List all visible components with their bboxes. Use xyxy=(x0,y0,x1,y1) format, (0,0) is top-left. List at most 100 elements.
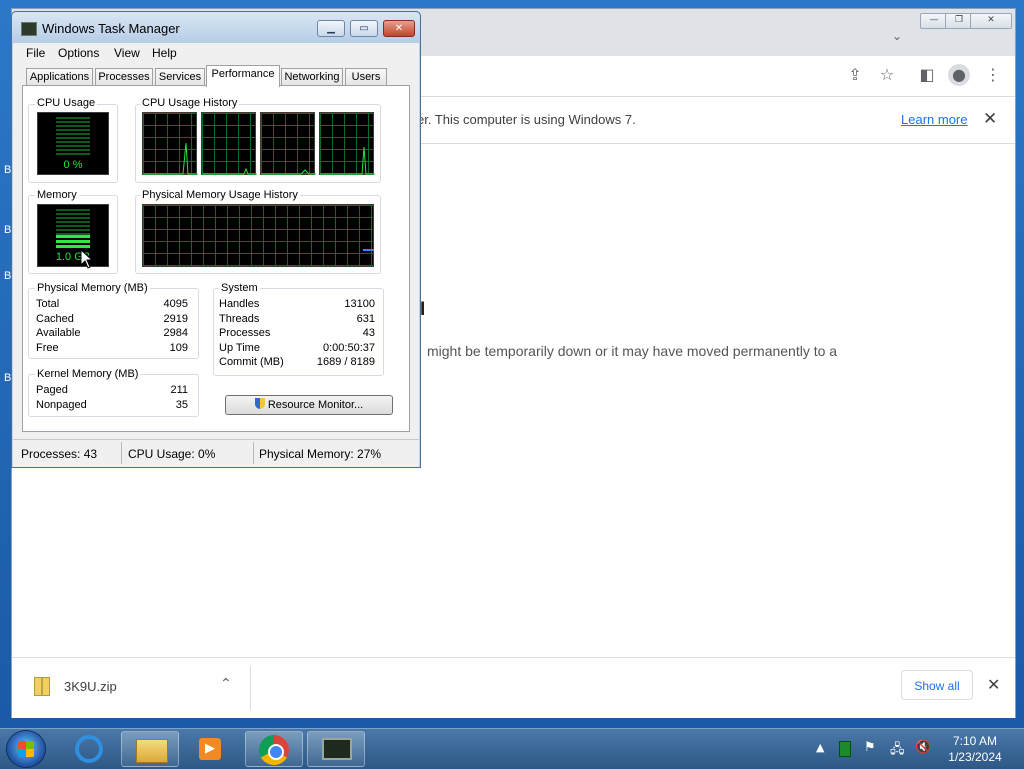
taskbar-windows-explorer[interactable] xyxy=(121,731,179,767)
memory-meter-fill xyxy=(56,235,90,249)
cpu-usage-meter: 0 % xyxy=(37,112,109,175)
system-clock[interactable]: 7:10 AM 1/23/2024 xyxy=(940,733,1010,765)
stat-value: 631 xyxy=(356,313,375,325)
cpu-usage-label: CPU Usage xyxy=(35,97,98,109)
memory-value: 1.0 GB xyxy=(55,251,91,263)
stat-label: Total xyxy=(36,298,60,310)
system-label: System xyxy=(219,282,260,294)
status-memory: Physical Memory: 27% xyxy=(259,447,382,461)
close-icon[interactable]: ✕ xyxy=(983,109,997,129)
show-hidden-icons[interactable]: ▲ xyxy=(816,741,824,754)
kernel-memory-label: Kernel Memory (MB) xyxy=(35,368,141,380)
profile-icon[interactable]: ● xyxy=(948,64,970,86)
memory-label: Memory xyxy=(35,189,79,201)
taskbar: ▶ ▲ ⚑ 🖧 🔇 7:10 AM 1/23/2024 xyxy=(0,728,1024,769)
divider xyxy=(253,442,254,464)
title-bar[interactable]: Windows Task Manager ▁ ▭ ✕ xyxy=(12,12,420,43)
stat-value: 109 xyxy=(169,342,188,354)
minimize-button[interactable]: — xyxy=(920,13,948,29)
sidepanel-icon[interactable]: ◧ xyxy=(916,64,938,86)
menu-file[interactable]: File xyxy=(26,46,45,60)
tab-services[interactable]: Services xyxy=(155,68,205,86)
stat-label: Processes xyxy=(219,327,271,339)
physical-memory-label: Physical Memory (MB) xyxy=(35,282,150,294)
volume-muted-icon[interactable]: 🔇 xyxy=(915,740,931,755)
mouse-cursor xyxy=(80,249,94,269)
menu-icon[interactable]: ⋮ xyxy=(982,64,1004,86)
tab-processes[interactable]: Processes xyxy=(95,68,153,86)
media-player-icon: ▶ xyxy=(199,738,221,760)
cpu-usage-value: 0 % xyxy=(63,159,83,171)
clock-time: 7:10 AM xyxy=(952,734,998,748)
stat-label: Available xyxy=(36,327,81,339)
phys-memory-history-graph xyxy=(142,204,374,267)
minimize-button[interactable]: ▁ xyxy=(317,20,345,37)
memory-meter: 1.0 GB xyxy=(37,204,109,267)
tab-networking[interactable]: Networking xyxy=(281,68,343,86)
internet-explorer-icon xyxy=(75,735,103,763)
cpu-history-graph xyxy=(319,112,375,175)
resource-monitor-button[interactable]: Resource Monitor... xyxy=(225,395,393,415)
star-icon[interactable]: ☆ xyxy=(876,64,898,86)
cpu-history-label: CPU Usage History xyxy=(140,97,240,109)
stat-label: Paged xyxy=(36,384,68,396)
stat-value: 2984 xyxy=(163,327,188,339)
chevron-up-icon[interactable]: ⌃ xyxy=(220,676,232,692)
download-filename[interactable]: 3K9U.zip xyxy=(64,679,117,694)
cpu-history-graph xyxy=(260,112,316,175)
stat-label: Handles xyxy=(219,298,260,310)
stat-value: 13100 xyxy=(344,298,375,310)
stat-label: Free xyxy=(36,342,59,354)
stat-value: 43 xyxy=(362,327,375,339)
taskbar-internet-explorer[interactable] xyxy=(61,731,119,767)
menu-options[interactable]: Options xyxy=(58,46,99,60)
resource-monitor-label: Resource Monitor... xyxy=(267,399,364,411)
page-error-text: might be temporarily down or it may have… xyxy=(427,343,838,359)
start-button[interactable] xyxy=(7,731,45,767)
zip-file-icon xyxy=(34,677,50,696)
maximize-button[interactable]: ▭ xyxy=(350,20,378,37)
menu-help[interactable]: Help xyxy=(152,46,177,60)
phys-history-label: Physical Memory Usage History xyxy=(140,189,300,201)
show-all-button[interactable]: Show all xyxy=(901,670,973,700)
task-manager-icon xyxy=(322,738,352,760)
cpu-history-graph xyxy=(142,112,198,175)
stat-value: 4095 xyxy=(163,298,188,310)
menu-bar: File Options View Help xyxy=(13,43,419,63)
divider xyxy=(250,666,251,710)
meter-bars xyxy=(56,117,90,157)
tab-search-icon[interactable]: ⌄ xyxy=(892,29,902,43)
taskbar-chrome[interactable] xyxy=(245,731,303,767)
tab-users[interactable]: Users xyxy=(345,68,387,86)
window-title: Windows Task Manager xyxy=(42,21,180,36)
learn-more-link[interactable]: Learn more xyxy=(901,112,967,127)
task-manager-tray-icon[interactable] xyxy=(839,741,851,757)
stat-label: Nonpaged xyxy=(36,399,87,411)
stat-value: 2919 xyxy=(163,313,188,325)
taskbar-task-manager[interactable] xyxy=(307,731,365,767)
network-icon[interactable]: 🖧 xyxy=(890,740,905,762)
menu-view[interactable]: View xyxy=(114,46,140,60)
restore-button[interactable]: ❐ xyxy=(945,13,973,29)
stat-label: Commit (MB) xyxy=(219,356,284,368)
cpu-history-graph xyxy=(201,112,257,175)
status-bar: Processes: 43 CPU Usage: 0% Physical Mem… xyxy=(13,439,419,466)
action-center-icon[interactable]: ⚑ xyxy=(864,740,876,755)
download-bar: 3K9U.zip ⌃ Show all ✕ xyxy=(12,657,1015,718)
stat-label: Threads xyxy=(219,313,260,325)
task-manager-app-icon xyxy=(21,22,37,36)
status-cpu: CPU Usage: 0% xyxy=(128,447,216,461)
stat-value: 35 xyxy=(175,399,188,411)
share-icon[interactable]: ⇪ xyxy=(844,64,866,86)
uac-shield-icon xyxy=(254,398,265,409)
tab-applications[interactable]: Applications xyxy=(26,68,93,86)
close-window-button[interactable]: ✕ xyxy=(970,13,1012,29)
close-button[interactable]: ✕ xyxy=(383,20,415,37)
stat-value: 211 xyxy=(170,384,188,396)
stat-label: Cached xyxy=(36,313,74,325)
stat-label: Up Time xyxy=(219,342,260,354)
close-icon[interactable]: ✕ xyxy=(987,675,1000,694)
taskbar-media-player[interactable]: ▶ xyxy=(181,731,239,767)
task-manager-window: Windows Task Manager ▁ ▭ ✕ File Options … xyxy=(11,11,421,468)
tab-performance[interactable]: Performance xyxy=(206,65,280,87)
